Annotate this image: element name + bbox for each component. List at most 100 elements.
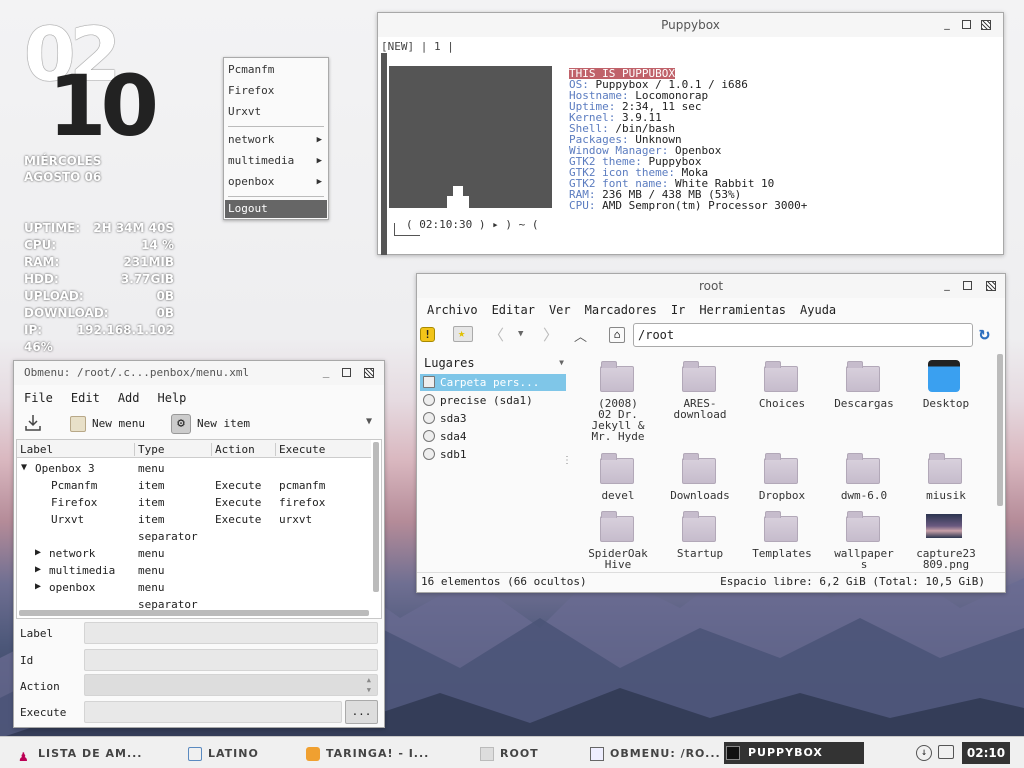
new-menu-button[interactable]: New menu [70, 413, 168, 435]
column-header[interactable]: Label [20, 443, 53, 456]
table-row[interactable]: separator [17, 530, 371, 547]
menu-file[interactable]: File [24, 391, 53, 405]
terminal-prompt[interactable]: ( 02:10:30 ) ▸ ) ~ ( [406, 219, 538, 230]
file-item[interactable]: Descargas [823, 360, 905, 440]
menu-help[interactable]: Help [158, 391, 187, 405]
obmenu-titlebar[interactable]: Obmenu: /root/.c...penbox/menu.xml _ [14, 361, 384, 385]
file-item[interactable]: (2008) 02 Dr. Jekyll & Mr. Hyde [577, 360, 659, 442]
drive-icon [423, 412, 435, 424]
download-icon[interactable] [24, 413, 42, 433]
terminal-titlebar[interactable]: Puppybox _ [378, 13, 1003, 37]
minimize-icon[interactable]: _ [941, 279, 953, 292]
menu-herramientas[interactable]: Herramientas [699, 303, 786, 317]
stat-label: DOWNLOAD: [24, 306, 109, 320]
button-label: New menu [92, 417, 145, 430]
menu-ayuda[interactable]: Ayuda [800, 303, 836, 317]
task-label: OBMENU: /RO... [610, 747, 721, 760]
id-input[interactable] [84, 649, 378, 671]
toolbar-overflow-icon[interactable]: ▼ [366, 416, 372, 427]
menu-ver[interactable]: Ver [549, 303, 571, 317]
minimize-icon[interactable]: _ [941, 18, 953, 31]
column-header[interactable]: Type [134, 443, 165, 456]
file-item[interactable]: Choices [741, 360, 823, 440]
places-toggle-icon[interactable]: ▼ [559, 358, 564, 367]
update-tray-icon[interactable]: ↓ [916, 745, 932, 761]
path-input[interactable]: /root [633, 323, 973, 347]
browse-button[interactable]: ... [345, 700, 378, 724]
task-latino[interactable]: LATINO [186, 744, 286, 764]
menu-item-pcmanfm[interactable]: Pcmanfm [228, 61, 322, 79]
home-icon[interactable]: ⌂ [609, 327, 625, 343]
task-taringa[interactable]: TARINGA! - I... [304, 744, 464, 764]
up-icon[interactable]: ︿ [574, 326, 587, 345]
menu-editar[interactable]: Editar [492, 303, 535, 317]
menu-item-multimedia[interactable]: multimedia ▶ [228, 152, 322, 170]
chat-tray-icon[interactable] [938, 745, 954, 759]
tray-clock[interactable]: 02:10 [962, 742, 1010, 764]
maximize-icon[interactable] [963, 281, 972, 290]
files-scrollbar[interactable] [997, 354, 1003, 506]
task-puppybox[interactable]: PUPPYBOX [724, 742, 864, 764]
expander-closed-icon[interactable]: ▶ [35, 547, 41, 558]
menu-marcadores[interactable]: Marcadores [585, 303, 657, 317]
file-manager-titlebar[interactable]: root _ [417, 274, 1005, 298]
table-row[interactable]: Pcmanfm item Execute pcmanfm [17, 479, 371, 496]
stat-row: CPU: 14 % [24, 237, 174, 254]
table-row[interactable]: ▼ Openbox 3 menu [17, 462, 371, 479]
close-icon[interactable] [364, 368, 374, 378]
maximize-icon[interactable] [342, 368, 351, 377]
cell-label: Openbox 3 [35, 462, 95, 475]
place-item[interactable]: Carpeta pers... [420, 374, 566, 391]
file-name: Choices [758, 397, 806, 410]
execute-input[interactable] [84, 701, 342, 723]
place-item[interactable]: sda3 [420, 410, 566, 427]
action-select[interactable]: ▲ ▼ [84, 674, 378, 696]
menu-item-openbox[interactable]: openbox ▶ [228, 173, 322, 191]
bookmark-star-icon[interactable]: ★ [453, 326, 473, 342]
table-row[interactable]: ▶ openbox menu [17, 581, 371, 598]
maximize-icon[interactable] [962, 20, 971, 29]
close-icon[interactable] [986, 281, 996, 291]
menu-edit[interactable]: Edit [71, 391, 100, 405]
terminal-tabbar[interactable]: [NEW] | 1 | [381, 41, 454, 52]
expander-closed-icon[interactable]: ▶ [35, 581, 41, 592]
sidebar-resize-handle[interactable]: ⋮ [562, 455, 572, 466]
table-row[interactable]: ▶ network menu [17, 547, 371, 564]
back-icon[interactable]: 〈 [489, 324, 504, 345]
history-dropdown-icon[interactable]: ▼ [518, 329, 523, 339]
forward-icon[interactable]: 〉 [543, 324, 558, 345]
expander-closed-icon[interactable]: ▶ [35, 564, 41, 575]
table-row[interactable]: Urxvt item Execute urxvt [17, 513, 371, 530]
menu-archivo[interactable]: Archivo [427, 303, 478, 317]
terminal-scrollbar[interactable] [381, 53, 387, 255]
file-item[interactable]: Desktop [905, 360, 987, 440]
place-item[interactable]: sdb1 [420, 446, 566, 463]
reload-icon[interactable]: ↻ [979, 324, 999, 344]
task-root[interactable]: ROOT [478, 744, 578, 764]
column-header[interactable]: Execute [275, 443, 325, 456]
menu-item-urxvt[interactable]: Urxvt [228, 103, 322, 121]
menu-item-logout[interactable]: Logout [225, 200, 327, 218]
task-lista-de-am[interactable]: ♟ LISTA DE AM... [16, 744, 176, 764]
label-input[interactable] [84, 622, 378, 644]
new-item-button[interactable]: ⚙ New item [171, 413, 269, 435]
task-obmenu[interactable]: OBMENU: /RO... [588, 744, 723, 764]
table-row[interactable]: Firefox item Execute firefox [17, 496, 371, 513]
menu-item-network[interactable]: network ▶ [228, 131, 322, 149]
tree-vscrollbar[interactable] [373, 442, 379, 592]
cell-type: item [138, 513, 165, 526]
tree-hscrollbar[interactable] [19, 610, 369, 616]
column-header[interactable]: Action [211, 443, 255, 456]
place-item[interactable]: precise (sda1) [420, 392, 566, 409]
minimize-icon[interactable]: _ [320, 366, 332, 379]
expander-open-icon[interactable]: ▼ [21, 462, 27, 473]
menu-ir[interactable]: Ir [671, 303, 685, 317]
table-row[interactable]: ▶ multimedia menu [17, 564, 371, 581]
warning-icon[interactable]: ! [420, 327, 435, 342]
menu-add[interactable]: Add [118, 391, 140, 405]
menu-item-firefox[interactable]: Firefox [228, 82, 322, 100]
place-item[interactable]: sda4 [420, 428, 566, 445]
close-icon[interactable] [981, 20, 991, 30]
places-sidebar: Lugares ▼ Carpeta pers... precise (sda1) s… [420, 350, 572, 574]
file-item[interactable]: ARES-download [659, 360, 741, 440]
